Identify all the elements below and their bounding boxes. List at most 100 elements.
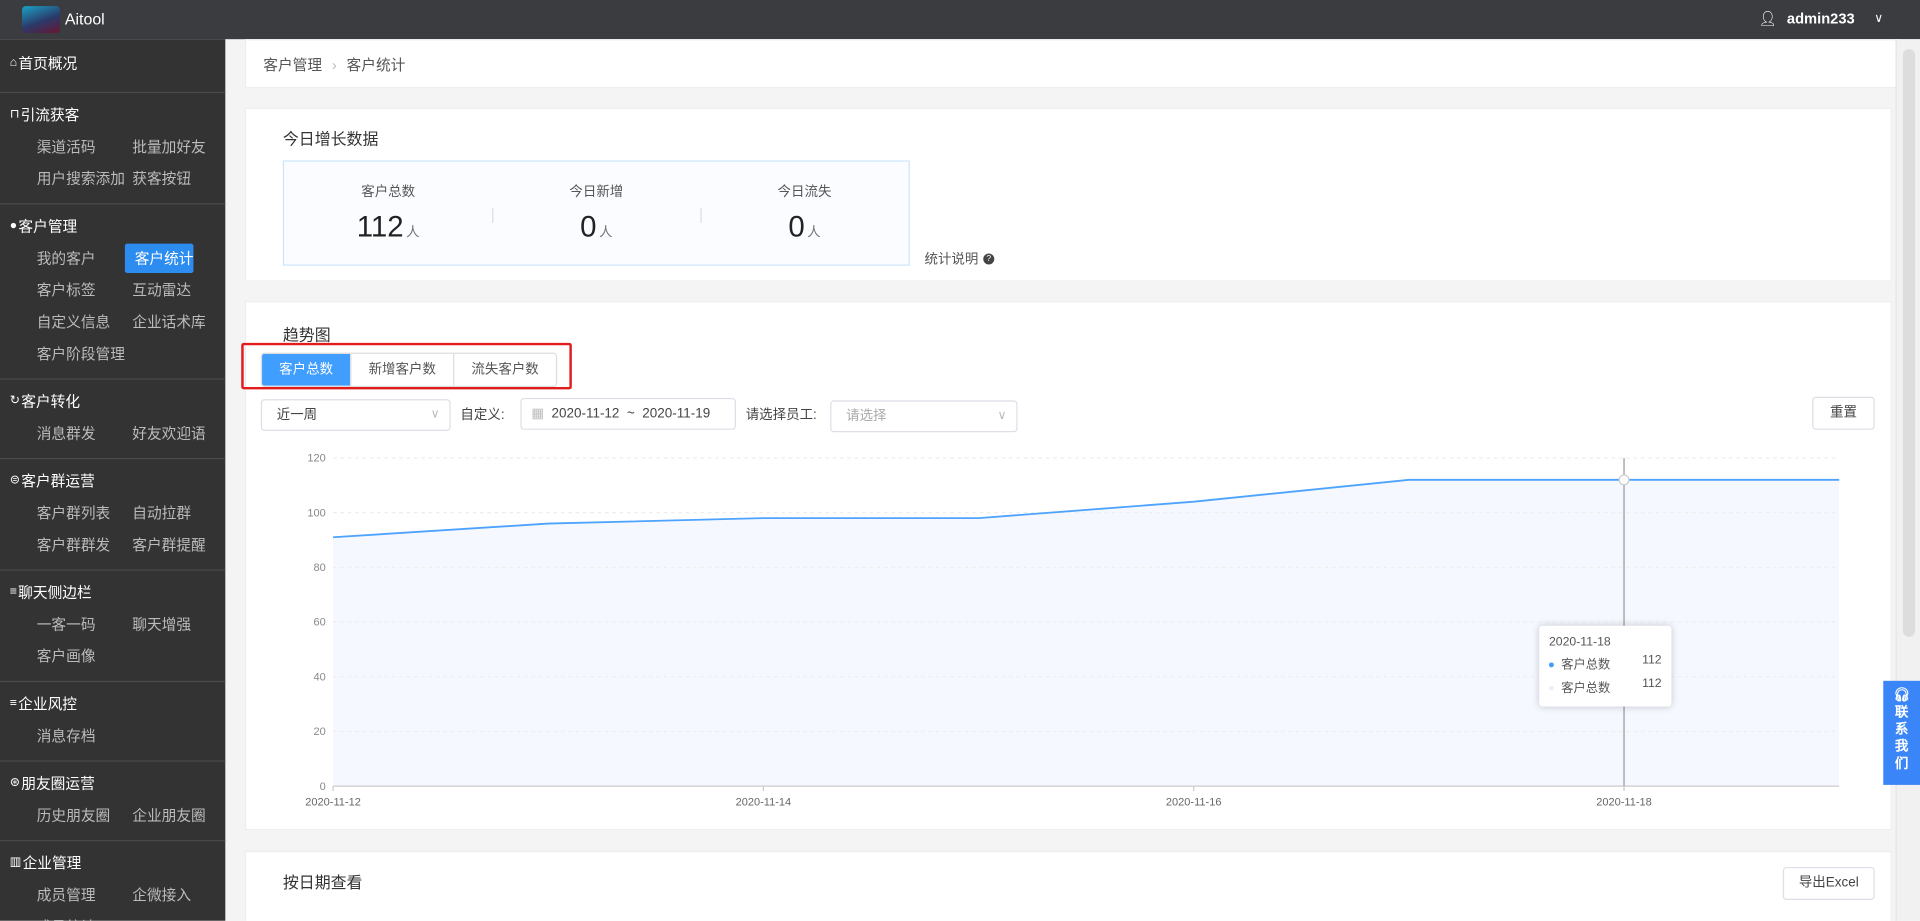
scrollbar[interactable] xyxy=(1895,39,1920,921)
sidebar-section-title: 客户群运营 xyxy=(21,472,95,490)
sidebar-item[interactable]: 用户搜索添加 xyxy=(32,164,128,193)
sidebar-section: ≡ 聊天侧边栏一客一码 聊天增强客户画像 xyxy=(0,571,226,683)
x-tick-label: 2020-11-12 xyxy=(305,797,361,809)
sidebar-section: ⊛ 朋友圈运营历史朋友圈 企业朋友圈 xyxy=(0,762,226,842)
magnet-icon: ⊓ xyxy=(9,107,20,122)
sidebar-item[interactable]: 我的客户 xyxy=(32,244,128,273)
sidebar-section-title: 朋友圈运营 xyxy=(21,775,95,793)
scrollbar-thumb[interactable] xyxy=(1902,48,1916,637)
sidebar-section-title: 企业管理 xyxy=(22,854,82,872)
trend-chart: 0 20 40 60 80 100 120 2020-11-12 2020-11-14 2020-… xyxy=(305,453,1840,809)
sidebar-item[interactable]: 自定义信息 xyxy=(32,307,128,336)
sidebar-item[interactable]: 企业话术库 xyxy=(127,307,223,336)
sidebar-section: ⊓ 引流获客渠道活码 批量加好友用户搜索添加 获客按钮 xyxy=(0,93,226,205)
chart-tooltip: 2020-11-18 客户总数 112 客户总数 112 xyxy=(1539,625,1672,707)
tooltip-date: 2020-11-18 xyxy=(1548,635,1611,649)
menu-icon: ≡ xyxy=(9,696,17,711)
user-icon: ● xyxy=(9,219,18,233)
sidebar-section: ≡ 企业风控消息存档 xyxy=(0,682,226,762)
building-icon: ▥ xyxy=(9,855,22,870)
sidebar-item[interactable]: 客户阶段管理 xyxy=(32,339,128,368)
app-window: Aitool 👤︎ admin233 ∨ ⌂ 首页概况 ⊓ 引流获客渠道活码 批量加好友… xyxy=(0,0,1920,921)
menu-icon: ≡ xyxy=(9,585,17,599)
sidebar-section: ↻ 客户转化消息群发 好友欢迎语 xyxy=(0,380,226,460)
sidebar-item[interactable]: 客户群提醒 xyxy=(127,530,223,559)
sidebar-item[interactable]: 客户统计 xyxy=(124,243,193,274)
sidebar-section-header[interactable]: ≡ 企业风控 xyxy=(0,692,225,716)
contact-us-button[interactable]: 🎧︎ 联系我们 xyxy=(1883,680,1920,785)
tooltip-series: 客户总数 xyxy=(1561,682,1611,696)
home-icon: ⌂ xyxy=(9,56,18,70)
sidebar-item[interactable]: 批量加好友 xyxy=(127,132,223,161)
sidebar-section-header[interactable]: ⊓ 引流获客 xyxy=(0,103,225,127)
sidebar-section-title: 首页概况 xyxy=(18,55,78,73)
sidebar-section-title: 客户管理 xyxy=(18,217,78,236)
main-content: 客户管理 › 客户统计 今日增长数据 客户总数 112 人 今日新增 0 人 今日流失 0 人 … xyxy=(225,39,1901,921)
y-tick-label: 80 xyxy=(313,562,325,574)
sidebar-item[interactable]: 渠道活码 xyxy=(32,132,128,161)
series-dot xyxy=(1548,662,1554,668)
x-tick-label: 2020-11-14 xyxy=(736,797,792,809)
sidebar-item[interactable]: 企微接入 xyxy=(127,880,223,909)
series-dot xyxy=(1548,686,1554,692)
tooltip-series: 客户总数 xyxy=(1561,658,1611,673)
sidebar-section-header[interactable]: ⊜ 客户群运营 xyxy=(0,469,225,493)
sidebar-item[interactable]: 客户标签 xyxy=(32,276,128,305)
x-tick-label: 2020-11-18 xyxy=(1596,797,1652,809)
sidebar-item[interactable]: 获客按钮 xyxy=(127,164,223,193)
y-tick-label: 40 xyxy=(313,671,325,683)
export-excel-button[interactable]: 导出Excel xyxy=(1782,866,1875,901)
sidebar-item[interactable]: 消息存档 xyxy=(32,721,128,750)
sidebar-item[interactable]: 互动雷达 xyxy=(127,276,223,305)
user-icon: 👤︎ xyxy=(1758,9,1778,27)
tooltip-value: 112 xyxy=(1642,653,1662,668)
sidebar-section-title: 引流获客 xyxy=(20,106,80,124)
sidebar-section-header[interactable]: ▥ 企业管理 xyxy=(0,851,225,875)
sidebar-item[interactable]: 成员统计 xyxy=(32,912,128,920)
sidebar-item[interactable]: 客户画像 xyxy=(32,642,128,671)
top-bar: Aitool 👤︎ admin233 ∨ xyxy=(0,0,1920,40)
headset-icon: 🎧︎ xyxy=(1893,688,1911,703)
sidebar-section-title: 企业风控 xyxy=(18,695,77,713)
app-name: Aitool xyxy=(64,9,105,29)
y-tick-label: 20 xyxy=(313,726,325,738)
y-tick-label: 100 xyxy=(307,507,325,519)
sidebar-item[interactable]: 成员管理 xyxy=(32,880,128,909)
y-tick-label: 0 xyxy=(320,781,326,793)
refresh-icon: ↻ xyxy=(9,394,21,408)
sidebar-section-header[interactable]: ↻ 客户转化 xyxy=(0,389,225,413)
y-tick-label: 120 xyxy=(307,453,325,465)
sidebar-item[interactable]: 消息群发 xyxy=(32,419,128,448)
sidebar-section-header[interactable]: ≡ 聊天侧边栏 xyxy=(0,580,225,604)
tooltip-value: 112 xyxy=(1642,677,1662,691)
sidebar-section-header[interactable]: ⌂ 首页概况 xyxy=(0,51,225,75)
sidebar-item[interactable]: 聊天增强 xyxy=(127,610,223,639)
by-date-card: 按日期查看 导出Excel xyxy=(244,851,1892,921)
sidebar-section-header[interactable]: ⊛ 朋友圈运营 xyxy=(0,771,225,795)
sidebar-section-title: 聊天侧边栏 xyxy=(18,584,92,602)
y-tick-label: 60 xyxy=(313,617,325,629)
sidebar-item[interactable]: 自动拉群 xyxy=(127,498,223,527)
sidebar-item[interactable]: 历史朋友圈 xyxy=(32,801,128,830)
sidebar-section: ▥企业管理成员管理企微接入成员统计 xyxy=(0,841,225,921)
sidebar-item[interactable]: 一客一码 xyxy=(32,610,128,639)
chat-icon: ⊜ xyxy=(9,473,21,488)
sidebar-item[interactable]: 客户群列表 xyxy=(32,498,128,527)
sidebar-item[interactable]: 企业朋友圈 xyxy=(127,801,223,830)
sidebar-item[interactable]: 好友欢迎语 xyxy=(127,419,223,448)
username: admin233 xyxy=(1786,9,1855,27)
app-logo xyxy=(22,6,61,34)
sidebar-section: ⊜ 客户群运营客户群列表 自动拉群客户群群发 客户群提醒 xyxy=(0,459,226,571)
data-point xyxy=(1618,474,1630,486)
sidebar: ⌂ 首页概况 ⊓ 引流获客 渠道活码 批量加好友 用户搜索添加 获客按钮 ● 客户管理 我的客户 客户… xyxy=(0,39,226,921)
x-tick-label: 2020-11-16 xyxy=(1166,797,1222,809)
chevron-down-icon: ∨ xyxy=(1874,11,1884,26)
sidebar-section-title: 客户转化 xyxy=(21,393,81,411)
sidebar-item[interactable]: 客户群群发 xyxy=(32,530,128,559)
sidebar-section-header[interactable]: ● 客户管理 xyxy=(0,214,225,238)
sidebar-section: ⌂ 首页概况 xyxy=(0,39,226,94)
contact-label: 联系我们 xyxy=(1894,705,1909,772)
user-menu[interactable]: 👤︎ admin233 ∨ xyxy=(1758,10,1883,27)
sidebar-section: ● 客户管理我的客户 客户统计 客户标签 互动雷达 自定义信息 企业话术库客户阶段管理 xyxy=(0,204,226,380)
aperture-icon: ⊛ xyxy=(9,776,21,790)
